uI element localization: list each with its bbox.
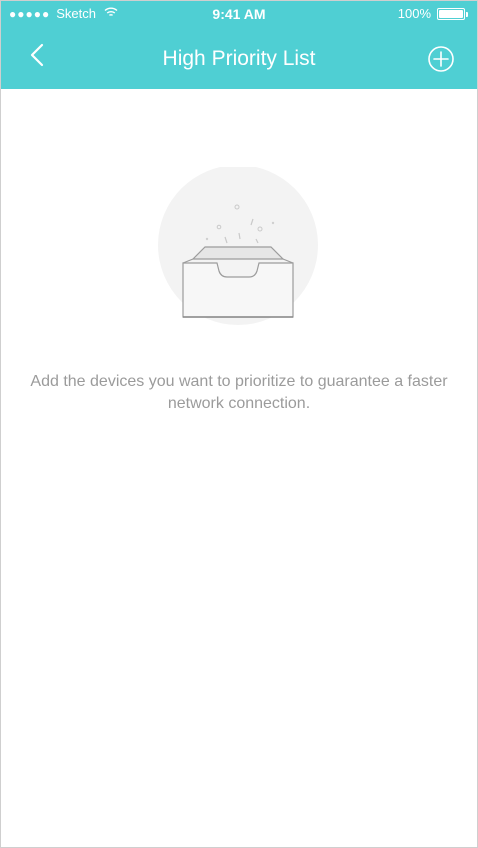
page-title: High Priority List bbox=[162, 47, 316, 70]
status-bar: ●●●●● Sketch 9:41 AM 100% bbox=[1, 1, 477, 27]
app-screen: ●●●●● Sketch 9:41 AM 100% High Priority … bbox=[0, 0, 478, 848]
empty-tray-icon bbox=[153, 165, 323, 337]
empty-state-message: Add the devices you want to prioritize t… bbox=[30, 373, 448, 412]
plus-circle-icon bbox=[427, 46, 455, 77]
header: ●●●●● Sketch 9:41 AM 100% High Priority … bbox=[1, 1, 477, 89]
add-device-button[interactable] bbox=[427, 45, 455, 73]
battery-percent: 100% bbox=[397, 6, 431, 21]
status-right: 100% bbox=[397, 6, 468, 21]
battery-icon bbox=[437, 7, 468, 20]
nav-bar: High Priority List bbox=[1, 27, 477, 89]
